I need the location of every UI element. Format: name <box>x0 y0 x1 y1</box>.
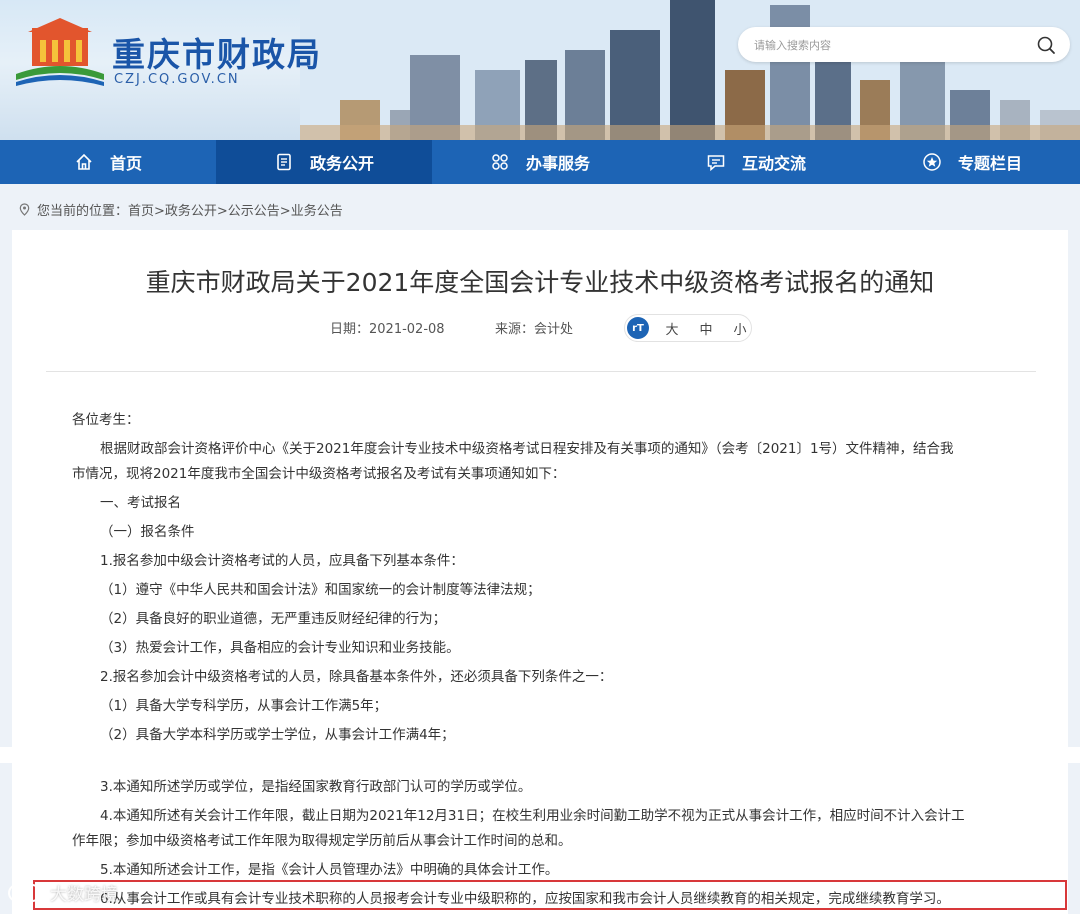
font-size-small[interactable]: 小 <box>729 319 751 338</box>
article-source: 来源：会计处 <box>495 318 573 337</box>
nav-item-government-affairs[interactable]: 政务公开 <box>216 140 432 184</box>
body-line: 3.本通知所述学历或学位，是指经国家教育行政部门认可的学历或学位。 <box>100 779 532 795</box>
font-size-medium[interactable]: 中 <box>695 319 717 338</box>
site-domain: CZJ.CQ.GOV.CN <box>114 72 240 87</box>
watermark-text: 大数跨境 <box>50 885 118 905</box>
main-nav: 首页 政务公开 办事服务 互动交流 专题栏目 <box>0 140 1080 184</box>
date-label: 日期： <box>330 322 370 337</box>
site-title: 重庆市财政局 <box>112 35 322 74</box>
grid-icon <box>492 154 508 170</box>
section-heading: 一、考试报名 <box>100 495 181 511</box>
city-skyline-image <box>300 0 1080 140</box>
nav-item-interaction[interactable]: 互动交流 <box>648 140 864 184</box>
header-banner: 重庆市财政局 CZJ.CQ.GOV.CN <box>0 0 1080 140</box>
title-divider <box>46 371 1036 372</box>
chat-icon <box>707 155 725 172</box>
body-line: 市情况，现将2021年度我市全国会计中级资格考试报名及考试有关事项通知如下： <box>72 466 566 482</box>
nav-item-label: 办事服务 <box>525 154 590 173</box>
source-label: 来源： <box>495 322 535 337</box>
salutation: 各位考生： <box>72 412 140 428</box>
article-date: 日期：2021-02-08 <box>330 318 445 337</box>
home-icon <box>76 153 92 170</box>
font-size-icon: rT <box>627 317 649 339</box>
list-item: （2）具备良好的职业道德，无严重违反财经纪律的行为； <box>100 611 447 627</box>
breadcrumb-path[interactable]: 首页>政务公开>公示公告>业务公告 <box>128 200 343 219</box>
body-line: 根据财政部会计资格评价中心《关于2021年度会计专业技术中级资格考试日程安排及有… <box>100 441 954 457</box>
font-size-large[interactable]: 大 <box>661 319 683 338</box>
list-item: （3）热爱会计工作，具备相应的会计专业知识和业务技能。 <box>100 640 460 656</box>
nav-item-home[interactable]: 首页 <box>0 140 216 184</box>
watermark: 大数跨境 <box>6 880 118 905</box>
font-size-control: rT 大 中 小 <box>624 314 752 342</box>
image-seam <box>0 747 1080 763</box>
location-pin-icon <box>19 203 30 216</box>
search-input[interactable] <box>754 35 1024 55</box>
watermark-logo-icon <box>8 883 41 902</box>
date-value: 2021-02-08 <box>369 322 445 337</box>
nav-item-label: 首页 <box>109 154 142 173</box>
nav-item-label: 互动交流 <box>741 154 806 173</box>
breadcrumb-prefix: 您当前的位置： <box>37 204 129 219</box>
body-line: 5.本通知所述会计工作，是指《会计人员管理办法》中明确的具体会计工作。 <box>100 862 559 878</box>
nav-item-label: 专题栏目 <box>957 154 1022 173</box>
subsection-heading: （一）报名条件 <box>100 524 195 540</box>
breadcrumb: 您当前的位置： 首页>政务公开>公示公告>业务公告 <box>18 200 343 219</box>
article-title: 重庆市财政局关于2021年度全国会计专业技术中级资格考试报名的通知 <box>145 268 935 297</box>
star-icon <box>923 153 941 171</box>
search-icon[interactable] <box>1036 35 1056 55</box>
nav-item-label: 政务公开 <box>309 154 374 173</box>
list-item: （1）具备大学专科学历，从事会计工作满5年； <box>100 698 388 714</box>
nav-item-services[interactable]: 办事服务 <box>432 140 648 184</box>
list-item: （2）具备大学本科学历或学士学位，从事会计工作满4年； <box>100 727 455 743</box>
body-line: 1.报名参加中级会计资格考试的人员，应具备下列基本条件： <box>100 553 464 569</box>
document-icon <box>277 153 291 171</box>
red-highlight-box <box>33 880 1067 910</box>
list-item: （1）遵守《中华人民共和国会计法》和国家统一的会计制度等法律法规； <box>100 582 541 598</box>
body-line: 4.本通知所述有关会计工作年限，截止日期为2021年12月31日；在校生利用业余… <box>100 808 965 824</box>
finance-bureau-logo <box>16 18 104 86</box>
body-line: 作年限；参加中级资格考试工作年限为取得规定学历前后从事会计工作时间的总和。 <box>72 833 572 849</box>
source-value: 会计处 <box>534 322 574 337</box>
nav-item-special-topics[interactable]: 专题栏目 <box>864 140 1080 184</box>
body-line: 2.报名参加会计中级资格考试的人员，除具备基本条件外，还必须具备下列条件之一： <box>100 669 613 685</box>
search-box <box>738 27 1070 62</box>
